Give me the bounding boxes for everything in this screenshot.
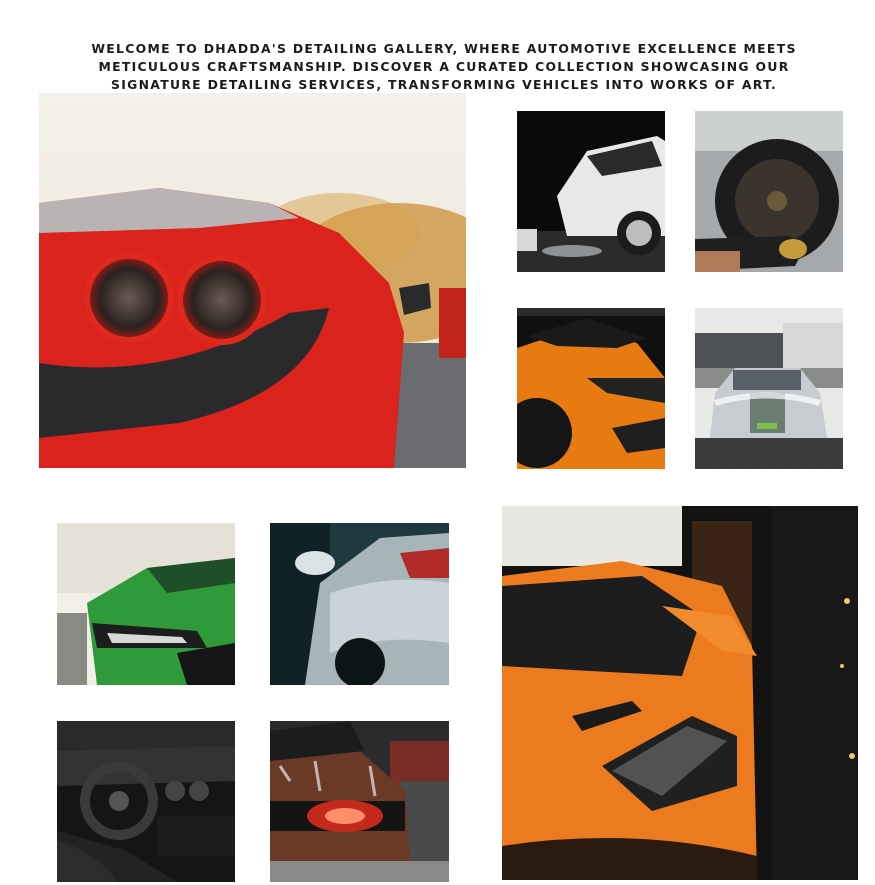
copper-taillight-photo [270,721,449,882]
gallery-photo-red-sports-car[interactable] [39,93,466,468]
red-sports-car-photo [39,93,466,468]
luxury-interior-photo [57,721,235,882]
orange-mclaren-photo [502,506,858,880]
gallery-photo-foamed-muscle-car[interactable] [695,308,843,469]
gallery-photo-luxury-interior[interactable] [57,721,235,882]
gallery-photo-foam-covered-car[interactable] [270,523,449,685]
gallery-photo-wheel-cleaning[interactable] [695,111,843,272]
green-car-photo [57,523,235,685]
white-car-wash-photo [517,111,665,272]
gallery-intro: WELCOME TO DHADDA'S DETAILING GALLERY, W… [91,41,797,93]
orange-supercar-photo [517,308,665,469]
gallery-photo-green-car[interactable] [57,523,235,685]
foam-covered-car-photo [270,523,449,685]
gallery-photo-copper-taillight[interactable] [270,721,449,882]
gallery-photo-white-car-wash[interactable] [517,111,665,272]
foamed-muscle-car-photo [695,308,843,469]
wheel-cleaning-photo [695,111,843,272]
gallery-photo-orange-mclaren[interactable] [502,506,858,880]
gallery-photo-orange-supercar[interactable] [517,308,665,469]
